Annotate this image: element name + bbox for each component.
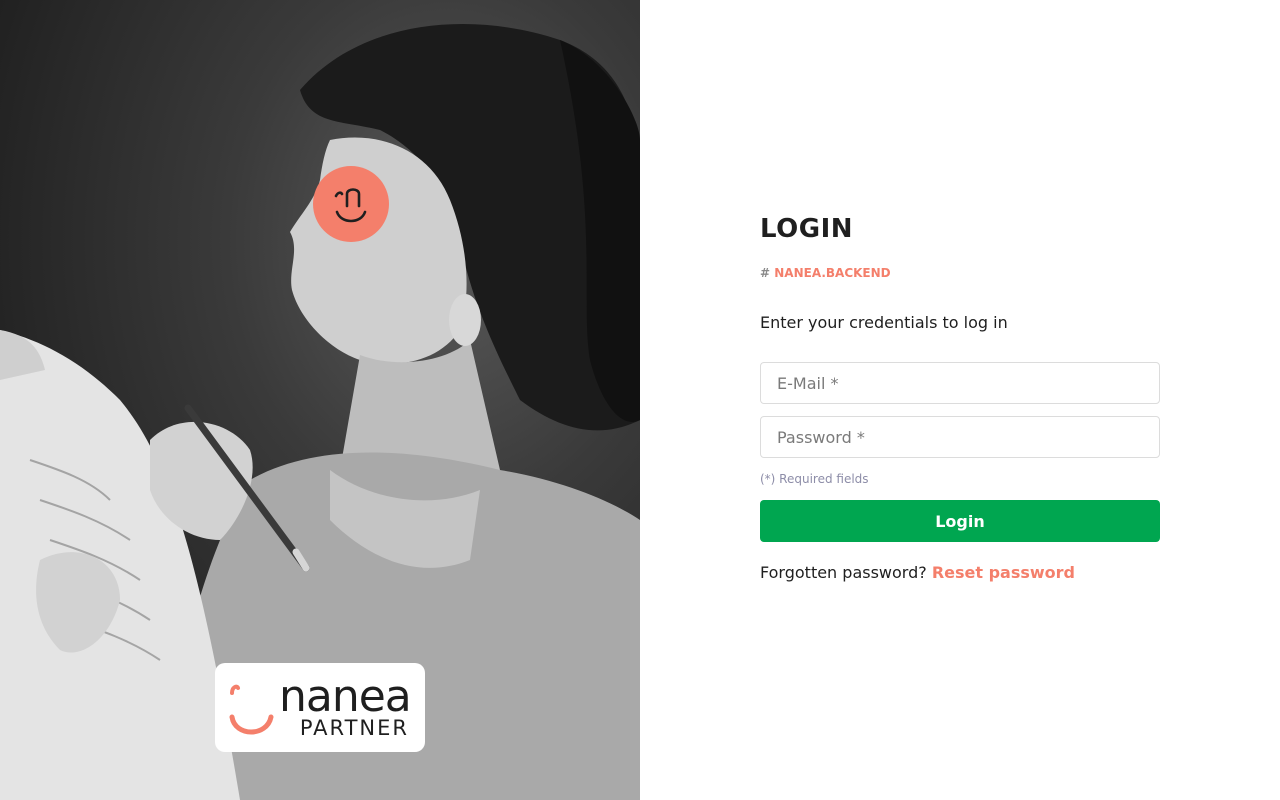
password-field[interactable] (760, 416, 1160, 458)
page-title: LOGIN (760, 214, 854, 244)
nanea-logo-mark-icon (229, 684, 274, 735)
hero-image-panel: nanea PARTNER (0, 0, 640, 800)
forgot-password-line: Forgotten password? Reset password (760, 563, 1075, 582)
nanea-partner-logo: nanea PARTNER (215, 663, 425, 752)
intro-text: Enter your credentials to log in (760, 313, 1008, 332)
required-note: (*) Required fields (760, 472, 869, 486)
tag-text: NANEA.BACKEND (774, 266, 891, 280)
reset-password-link[interactable]: Reset password (932, 563, 1075, 582)
login-button[interactable]: Login (760, 500, 1160, 542)
tag-hash: # (760, 266, 771, 280)
nanea-smile-icon (334, 188, 367, 223)
logo-subtitle: PARTNER (299, 716, 409, 740)
app-tag: # NANEA.BACKEND (760, 266, 891, 280)
forgot-text: Forgotten password? (760, 563, 927, 582)
email-field[interactable] (760, 362, 1160, 404)
nanea-smile-badge (313, 166, 389, 242)
